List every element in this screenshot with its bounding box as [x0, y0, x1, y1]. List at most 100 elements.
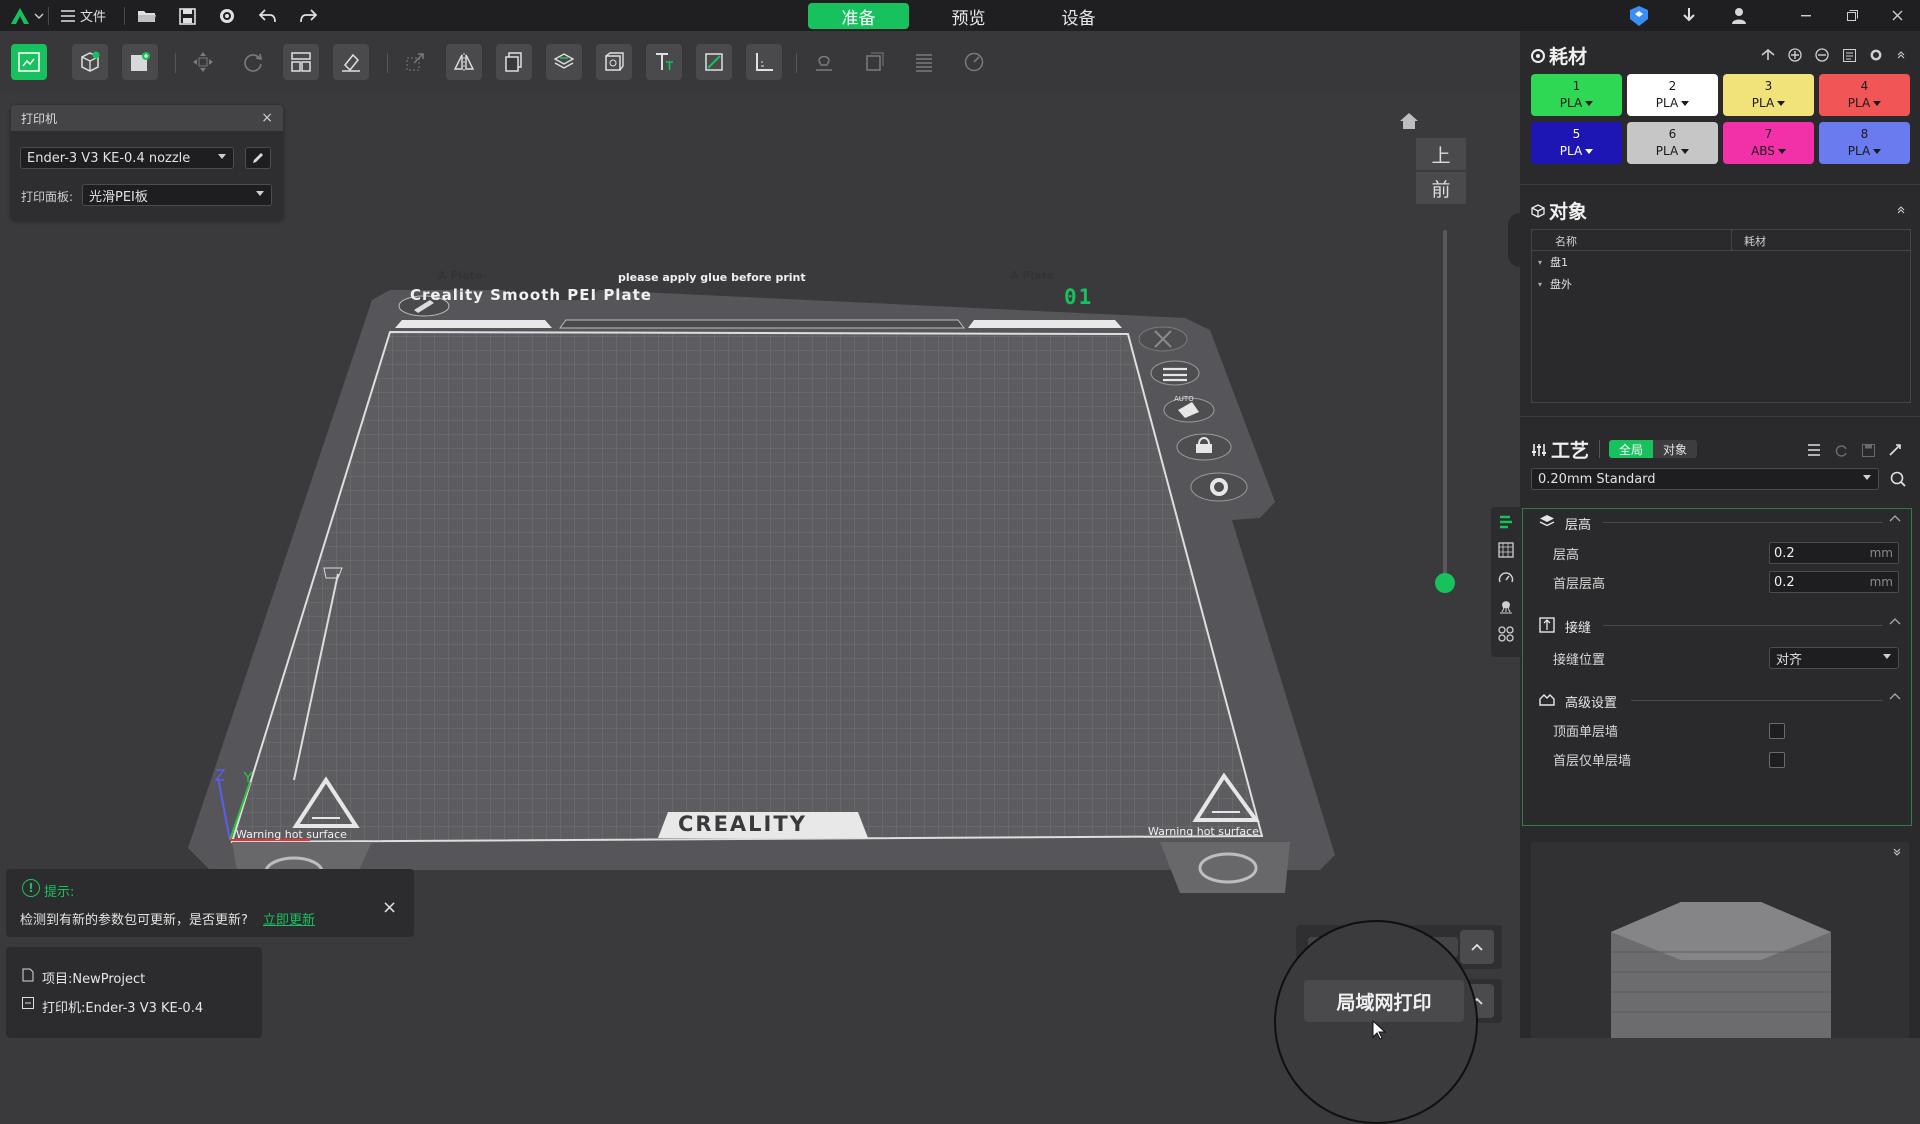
- update-now-link[interactable]: 立即更新: [263, 909, 315, 928]
- collapse-up-icon[interactable]: [1889, 617, 1901, 625]
- close-icon[interactable]: ×: [261, 110, 273, 126]
- minimize-icon[interactable]: [1783, 0, 1829, 31]
- filament-list-icon[interactable]: [1841, 47, 1857, 63]
- process-preset-select[interactable]: 0.20mm Standard: [1531, 468, 1879, 490]
- restore-icon[interactable]: [1829, 0, 1875, 31]
- filament-slot-3[interactable]: 3 PLA: [1723, 74, 1814, 116]
- save-icon[interactable]: [175, 4, 199, 28]
- tab-preview[interactable]: 预览: [918, 3, 1019, 29]
- tab-object[interactable]: 对象: [1653, 440, 1697, 458]
- text-icon[interactable]: [646, 44, 682, 80]
- list-view-icon[interactable]: [1806, 442, 1822, 458]
- paint-seam-icon[interactable]: [696, 44, 732, 80]
- move-icon[interactable]: [185, 44, 221, 80]
- list-item[interactable]: ▾ 盘外: [1532, 274, 1572, 294]
- lay-on-face-icon[interactable]: [333, 44, 369, 80]
- scale-icon[interactable]: [397, 44, 433, 80]
- plate-brand: CREALITY: [678, 812, 807, 836]
- mirror-icon[interactable]: [446, 44, 482, 80]
- top-view-button[interactable]: 上: [1416, 138, 1466, 170]
- add-model-icon[interactable]: [72, 44, 108, 80]
- cube-badge-icon[interactable]: [1627, 4, 1651, 28]
- sync-filament-icon[interactable]: [1760, 47, 1776, 63]
- reset-icon[interactable]: [1833, 442, 1849, 458]
- close-icon[interactable]: [1874, 0, 1920, 31]
- col-filament: 耗材: [1744, 235, 1766, 248]
- first-layer-single-wall-label: 首层仅单层墙: [1553, 754, 1632, 769]
- layer-height-input[interactable]: 0.2 mm: [1769, 542, 1899, 564]
- filament-section-title: 耗材: [1531, 42, 1587, 69]
- filament-slot-4[interactable]: 4 PLA: [1819, 74, 1910, 116]
- strength-tab-icon[interactable]: [1494, 538, 1518, 562]
- collapse-up-icon[interactable]: [1889, 692, 1901, 700]
- add-filament-icon[interactable]: [1787, 47, 1803, 63]
- settings-icon[interactable]: [215, 4, 239, 28]
- calibrate-icon[interactable]: [956, 44, 992, 80]
- filament-slot-6[interactable]: 6 PLA: [1627, 122, 1718, 164]
- seam-position-select[interactable]: 对齐: [1769, 647, 1899, 669]
- user-icon[interactable]: [1727, 4, 1751, 28]
- chevron-down-icon[interactable]: [32, 4, 46, 28]
- layer-slider-track[interactable]: [1443, 230, 1447, 590]
- tab-device[interactable]: 设备: [1028, 3, 1129, 29]
- compare-icon[interactable]: [1887, 442, 1903, 458]
- others-tab-icon[interactable]: [1494, 622, 1518, 646]
- panel-collapse-tab[interactable]: [1508, 213, 1520, 267]
- measure-icon[interactable]: [746, 44, 782, 80]
- filament-slot-8[interactable]: 8 PLA: [1819, 122, 1910, 164]
- filament-slot-5[interactable]: 5 PLA: [1531, 122, 1622, 164]
- home-view-icon[interactable]: [1398, 110, 1420, 132]
- add-plate-icon[interactable]: [122, 44, 158, 80]
- copy-icon[interactable]: [496, 44, 532, 80]
- support-tab-icon[interactable]: [1494, 594, 1518, 618]
- tab-prepare[interactable]: 准备: [808, 3, 909, 29]
- pencil-icon: [253, 153, 263, 163]
- menu-icon[interactable]: [56, 4, 80, 28]
- expand-up-button[interactable]: [1460, 930, 1494, 964]
- chevron-down-icon[interactable]: [1893, 848, 1901, 856]
- undo-icon[interactable]: [256, 4, 280, 28]
- list-item[interactable]: ▾ 盘1: [1532, 252, 1568, 272]
- speed-tab-icon[interactable]: [1494, 566, 1518, 590]
- slot-type: PLA: [1848, 95, 1882, 112]
- plate-type-select[interactable]: 光滑PEI板: [82, 184, 272, 206]
- gear-icon[interactable]: [1868, 47, 1884, 63]
- file-menu[interactable]: 文件: [80, 6, 106, 25]
- quality-tab-icon[interactable]: [1494, 510, 1518, 534]
- filament-slot-7[interactable]: 7 ABS: [1723, 122, 1814, 164]
- collapse-up-icon[interactable]: [1893, 202, 1909, 218]
- redo-icon[interactable]: [296, 4, 320, 28]
- first-layer-height-input[interactable]: 0.2 mm: [1769, 571, 1899, 593]
- creality-logo-icon[interactable]: [8, 4, 32, 28]
- tab-global[interactable]: 全局: [1609, 440, 1653, 458]
- cut-icon[interactable]: [856, 44, 892, 80]
- model-preview[interactable]: [1531, 842, 1909, 1038]
- first-layer-single-wall-checkbox[interactable]: [1769, 752, 1785, 768]
- top-single-wall-checkbox[interactable]: [1769, 723, 1785, 739]
- filament-slot-2[interactable]: 2 PLA: [1627, 74, 1718, 116]
- filament-slot-1[interactable]: 1 PLA: [1531, 74, 1622, 116]
- hollow-icon[interactable]: [596, 44, 632, 80]
- support-paint-icon[interactable]: [806, 44, 842, 80]
- layer-height-group-title: 层高: [1565, 518, 1592, 533]
- remove-filament-icon[interactable]: [1814, 47, 1830, 63]
- plate-overview-icon[interactable]: [11, 44, 47, 80]
- layers-list-icon[interactable]: [906, 44, 942, 80]
- rotate-icon[interactable]: [235, 44, 271, 80]
- open-folder-icon[interactable]: [135, 4, 159, 28]
- lan-print-button[interactable]: 局域网打印: [1304, 980, 1464, 1022]
- slice-layers-icon[interactable]: [546, 44, 582, 80]
- download-icon[interactable]: [1677, 4, 1701, 28]
- front-view-button[interactable]: 前: [1416, 172, 1466, 204]
- object-list[interactable]: 名称 耗材 ▾ 盘1 ▾ 盘外: [1531, 229, 1911, 403]
- edit-printer-button[interactable]: [245, 147, 271, 169]
- arrange-icon[interactable]: [283, 44, 319, 80]
- warning-right-label: Warning hot surface: [1148, 825, 1259, 838]
- collapse-up-icon[interactable]: [1889, 514, 1901, 522]
- printer-select[interactable]: Ender-3 V3 KE-0.4 nozzle: [20, 147, 234, 169]
- collapse-up-icon[interactable]: [1893, 47, 1909, 63]
- search-icon[interactable]: [1890, 471, 1906, 487]
- layer-slider-handle[interactable]: [1435, 573, 1455, 593]
- save-preset-icon[interactable]: [1860, 442, 1876, 458]
- close-icon[interactable]: ×: [382, 897, 397, 918]
